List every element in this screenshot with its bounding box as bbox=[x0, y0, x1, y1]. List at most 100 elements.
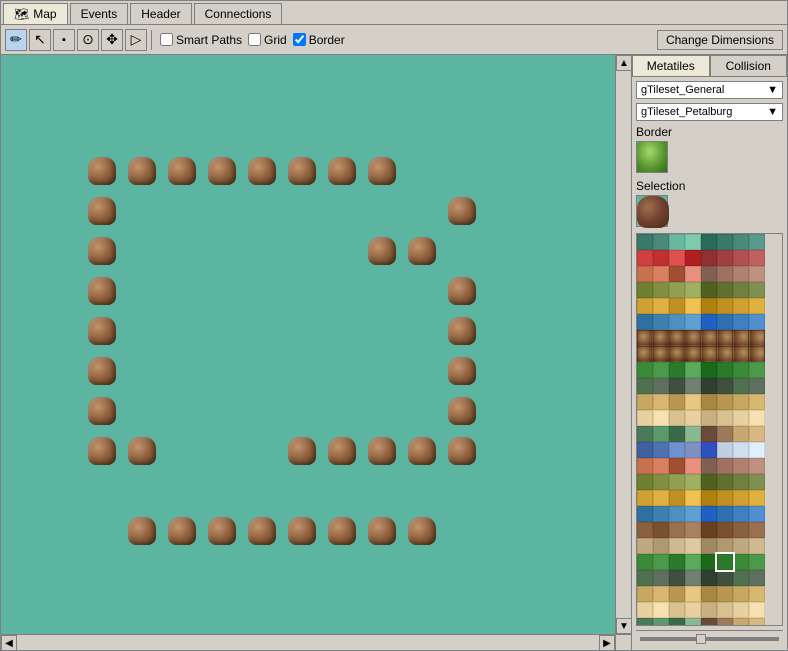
tileset-cell-13-4[interactable] bbox=[701, 442, 717, 458]
tileset-cell-21-1[interactable] bbox=[653, 570, 669, 586]
tileset-cell-20-0[interactable] bbox=[637, 554, 653, 570]
tileset-cell-23-2[interactable] bbox=[669, 602, 685, 618]
tileset-cell-23-0[interactable] bbox=[637, 602, 653, 618]
tileset-cell-7-6[interactable] bbox=[733, 346, 749, 362]
tileset-cell-6-1[interactable] bbox=[653, 330, 669, 346]
tileset-cell-5-1[interactable] bbox=[653, 314, 669, 330]
tileset-cell-18-0[interactable] bbox=[637, 522, 653, 538]
tileset-grid[interactable] bbox=[637, 234, 782, 625]
tileset-cell-1-3[interactable] bbox=[685, 250, 701, 266]
tileset-cell-21-0[interactable] bbox=[637, 570, 653, 586]
tileset-cell-22-2[interactable] bbox=[669, 586, 685, 602]
tileset-cell-15-0[interactable] bbox=[637, 474, 653, 490]
tileset-cell-16-2[interactable] bbox=[669, 490, 685, 506]
h-scroll-track[interactable] bbox=[17, 635, 599, 650]
tileset-cell-6-2[interactable] bbox=[669, 330, 685, 346]
tileset-cell-1-5[interactable] bbox=[717, 250, 733, 266]
tileset-cell-2-0[interactable] bbox=[637, 266, 653, 282]
eyedrop-tool-btn[interactable]: ⊙ bbox=[77, 29, 99, 51]
tileset-cell-8-2[interactable] bbox=[669, 362, 685, 378]
tileset-cell-20-2[interactable] bbox=[669, 554, 685, 570]
tileset-cell-19-5[interactable] bbox=[717, 538, 733, 554]
tileset-cell-2-5[interactable] bbox=[717, 266, 733, 282]
grid-checkbox-label[interactable]: Grid bbox=[248, 33, 287, 47]
tileset-cell-16-4[interactable] bbox=[701, 490, 717, 506]
tileset-cell-16-0[interactable] bbox=[637, 490, 653, 506]
tileset-cell-9-6[interactable] bbox=[733, 378, 749, 394]
tileset-cell-15-4[interactable] bbox=[701, 474, 717, 490]
tileset-cell-0-5[interactable] bbox=[717, 234, 733, 250]
tileset-cell-20-5[interactable] bbox=[717, 554, 733, 570]
tab-collision[interactable]: Collision bbox=[710, 55, 788, 76]
tileset-cell-1-2[interactable] bbox=[669, 250, 685, 266]
tileset-cell-4-2[interactable] bbox=[669, 298, 685, 314]
tileset-cell-1-4[interactable] bbox=[701, 250, 717, 266]
tileset-cell-14-2[interactable] bbox=[669, 458, 685, 474]
tileset-cell-11-2[interactable] bbox=[669, 410, 685, 426]
tileset-cell-13-3[interactable] bbox=[685, 442, 701, 458]
tileset-cell-8-6[interactable] bbox=[733, 362, 749, 378]
tileset-panel[interactable] bbox=[636, 233, 783, 626]
tileset-cell-9-2[interactable] bbox=[669, 378, 685, 394]
tab-map[interactable]: 🗺 Map bbox=[3, 3, 68, 24]
tileset-cell-10-3[interactable] bbox=[685, 394, 701, 410]
tileset-cell-4-1[interactable] bbox=[653, 298, 669, 314]
tileset-cell-7-1[interactable] bbox=[653, 346, 669, 362]
tileset-cell-19-2[interactable] bbox=[669, 538, 685, 554]
tileset-cell-24-4[interactable] bbox=[701, 618, 717, 625]
tileset-cell-7-4[interactable] bbox=[701, 346, 717, 362]
tileset-cell-24-7[interactable] bbox=[749, 618, 765, 625]
tileset-cell-11-7[interactable] bbox=[749, 410, 765, 426]
tileset-cell-18-7[interactable] bbox=[749, 522, 765, 538]
tileset-cell-20-7[interactable] bbox=[749, 554, 765, 570]
tileset-cell-18-2[interactable] bbox=[669, 522, 685, 538]
tileset-cell-3-7[interactable] bbox=[749, 282, 765, 298]
tileset-cell-13-1[interactable] bbox=[653, 442, 669, 458]
tileset-cell-6-6[interactable] bbox=[733, 330, 749, 346]
tileset-cell-24-0[interactable] bbox=[637, 618, 653, 625]
tileset-cell-20-4[interactable] bbox=[701, 554, 717, 570]
tileset-cell-21-7[interactable] bbox=[749, 570, 765, 586]
tileset-cell-7-3[interactable] bbox=[685, 346, 701, 362]
tileset-zoom-slider-track[interactable] bbox=[640, 637, 779, 641]
tileset-cell-2-6[interactable] bbox=[733, 266, 749, 282]
tileset-cell-18-1[interactable] bbox=[653, 522, 669, 538]
tileset-cell-8-7[interactable] bbox=[749, 362, 765, 378]
tileset-cell-8-3[interactable] bbox=[685, 362, 701, 378]
tab-header[interactable]: Header bbox=[130, 3, 191, 24]
tileset-cell-2-3[interactable] bbox=[685, 266, 701, 282]
border-checkbox-label[interactable]: Border bbox=[293, 33, 345, 47]
tileset-cell-14-5[interactable] bbox=[717, 458, 733, 474]
tileset-cell-21-6[interactable] bbox=[733, 570, 749, 586]
tileset-cell-0-4[interactable] bbox=[701, 234, 717, 250]
tileset-cell-22-3[interactable] bbox=[685, 586, 701, 602]
scroll-up-btn[interactable]: ▲ bbox=[616, 55, 632, 71]
tileset-cell-6-5[interactable] bbox=[717, 330, 733, 346]
tileset-cell-2-7[interactable] bbox=[749, 266, 765, 282]
tileset-cell-6-0[interactable] bbox=[637, 330, 653, 346]
tileset-cell-4-5[interactable] bbox=[717, 298, 733, 314]
tileset-cell-8-5[interactable] bbox=[717, 362, 733, 378]
tileset-cell-12-3[interactable] bbox=[685, 426, 701, 442]
tileset-cell-3-3[interactable] bbox=[685, 282, 701, 298]
tileset-cell-15-3[interactable] bbox=[685, 474, 701, 490]
tileset-cell-0-2[interactable] bbox=[669, 234, 685, 250]
tileset-cell-13-2[interactable] bbox=[669, 442, 685, 458]
tileset-cell-17-7[interactable] bbox=[749, 506, 765, 522]
tileset-cell-17-4[interactable] bbox=[701, 506, 717, 522]
tileset-cell-9-4[interactable] bbox=[701, 378, 717, 394]
tileset-cell-5-4[interactable] bbox=[701, 314, 717, 330]
selection-preview[interactable] bbox=[636, 195, 668, 227]
tileset-cell-7-7[interactable] bbox=[749, 346, 765, 362]
tileset-cell-17-6[interactable] bbox=[733, 506, 749, 522]
tileset-cell-12-6[interactable] bbox=[733, 426, 749, 442]
grid-checkbox[interactable] bbox=[248, 33, 261, 46]
tab-events[interactable]: Events bbox=[70, 3, 129, 24]
tileset-cell-21-3[interactable] bbox=[685, 570, 701, 586]
tileset-cell-24-2[interactable] bbox=[669, 618, 685, 625]
tileset-cell-9-5[interactable] bbox=[717, 378, 733, 394]
tileset-cell-1-6[interactable] bbox=[733, 250, 749, 266]
tileset-cell-16-6[interactable] bbox=[733, 490, 749, 506]
tileset-cell-13-0[interactable] bbox=[637, 442, 653, 458]
tileset-cell-11-4[interactable] bbox=[701, 410, 717, 426]
